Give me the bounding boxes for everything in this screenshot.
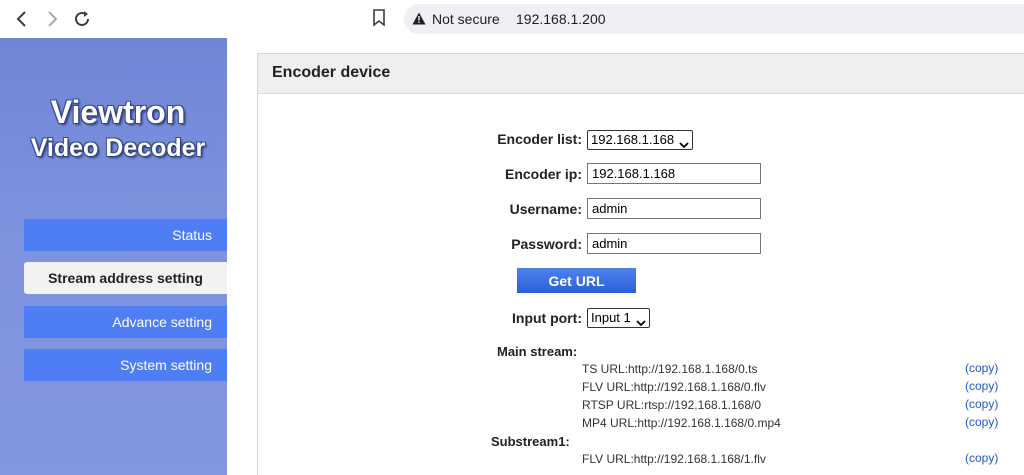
input-port-select[interactable]: Input 1 xyxy=(587,308,650,328)
warning-icon[interactable] xyxy=(412,12,426,25)
copy-rtsp-url-link[interactable]: (copy) xyxy=(965,397,998,411)
copy-substream-flv-url-link[interactable]: (copy) xyxy=(965,451,998,465)
back-icon[interactable] xyxy=(10,7,34,31)
brand-subtitle: Video Decoder xyxy=(30,134,206,162)
input-port-label: Input port: xyxy=(512,310,582,326)
flv-url-text: FLV URL:http://192.168.1.168/0.flv xyxy=(582,380,766,394)
encoder-list-select[interactable]: 192.168.1.168 xyxy=(587,130,693,150)
substream-label: Substream1: xyxy=(491,434,570,449)
username-label: Username: xyxy=(509,201,582,217)
encoder-panel: Encoder device Encoder list: 192.168.1.1… xyxy=(257,53,1024,475)
copy-flv-url-link[interactable]: (copy) xyxy=(965,379,998,393)
main-stream-label: Main stream: xyxy=(497,344,578,359)
bookmark-icon[interactable] xyxy=(372,9,386,27)
get-url-button[interactable]: Get URL xyxy=(517,268,636,293)
url-text[interactable]: 192.168.1.200 xyxy=(516,11,606,27)
input-port-value: Input 1 xyxy=(591,310,631,325)
encoder-ip-label: Encoder ip: xyxy=(504,166,582,182)
rtsp-url-text: RTSP URL:rtsp://192.168.1.168/0 xyxy=(582,398,761,412)
mp4-url-text: MP4 URL:http://192.168.1.168/0.mp4 xyxy=(582,416,781,430)
sidebar-item-stream-address-setting[interactable]: Stream address setting xyxy=(24,262,227,294)
substream-flv-url-text: FLV URL:http://192.168.1.168/1.flv xyxy=(582,452,766,466)
ts-url-text: TS URL:http://192.168.1.168/0.ts xyxy=(582,362,758,376)
reload-icon[interactable] xyxy=(70,7,94,31)
chevron-down-icon xyxy=(636,314,646,327)
sidebar: Viewtron Video Decoder Status Stream add… xyxy=(0,38,227,475)
sidebar-item-status[interactable]: Status xyxy=(24,219,227,251)
password-label: Password: xyxy=(511,236,582,252)
encoder-ip-input[interactable] xyxy=(587,163,761,184)
security-label[interactable]: Not secure xyxy=(432,11,500,27)
encoder-list-label: Encoder list: xyxy=(497,131,582,147)
chevron-down-icon xyxy=(679,136,689,149)
sidebar-item-system-setting[interactable]: System setting xyxy=(24,349,227,381)
page-content: Viewtron Video Decoder Status Stream add… xyxy=(0,38,1024,475)
password-input[interactable] xyxy=(587,233,761,254)
brand-title: Viewtron xyxy=(50,94,186,130)
username-input[interactable] xyxy=(587,198,761,219)
panel-title: Encoder device xyxy=(272,64,391,81)
forward-icon[interactable] xyxy=(40,7,64,31)
copy-mp4-url-link[interactable]: (copy) xyxy=(965,415,998,429)
address-bar[interactable]: Not secure 192.168.1.200 xyxy=(404,4,1024,34)
sidebar-item-advance-setting[interactable]: Advance setting xyxy=(24,306,227,338)
panel-header: Encoder device xyxy=(258,54,1024,94)
browser-toolbar: Not secure 192.168.1.200 xyxy=(0,0,1024,38)
copy-ts-url-link[interactable]: (copy) xyxy=(965,361,998,375)
encoder-list-value: 192.168.1.168 xyxy=(591,132,675,147)
